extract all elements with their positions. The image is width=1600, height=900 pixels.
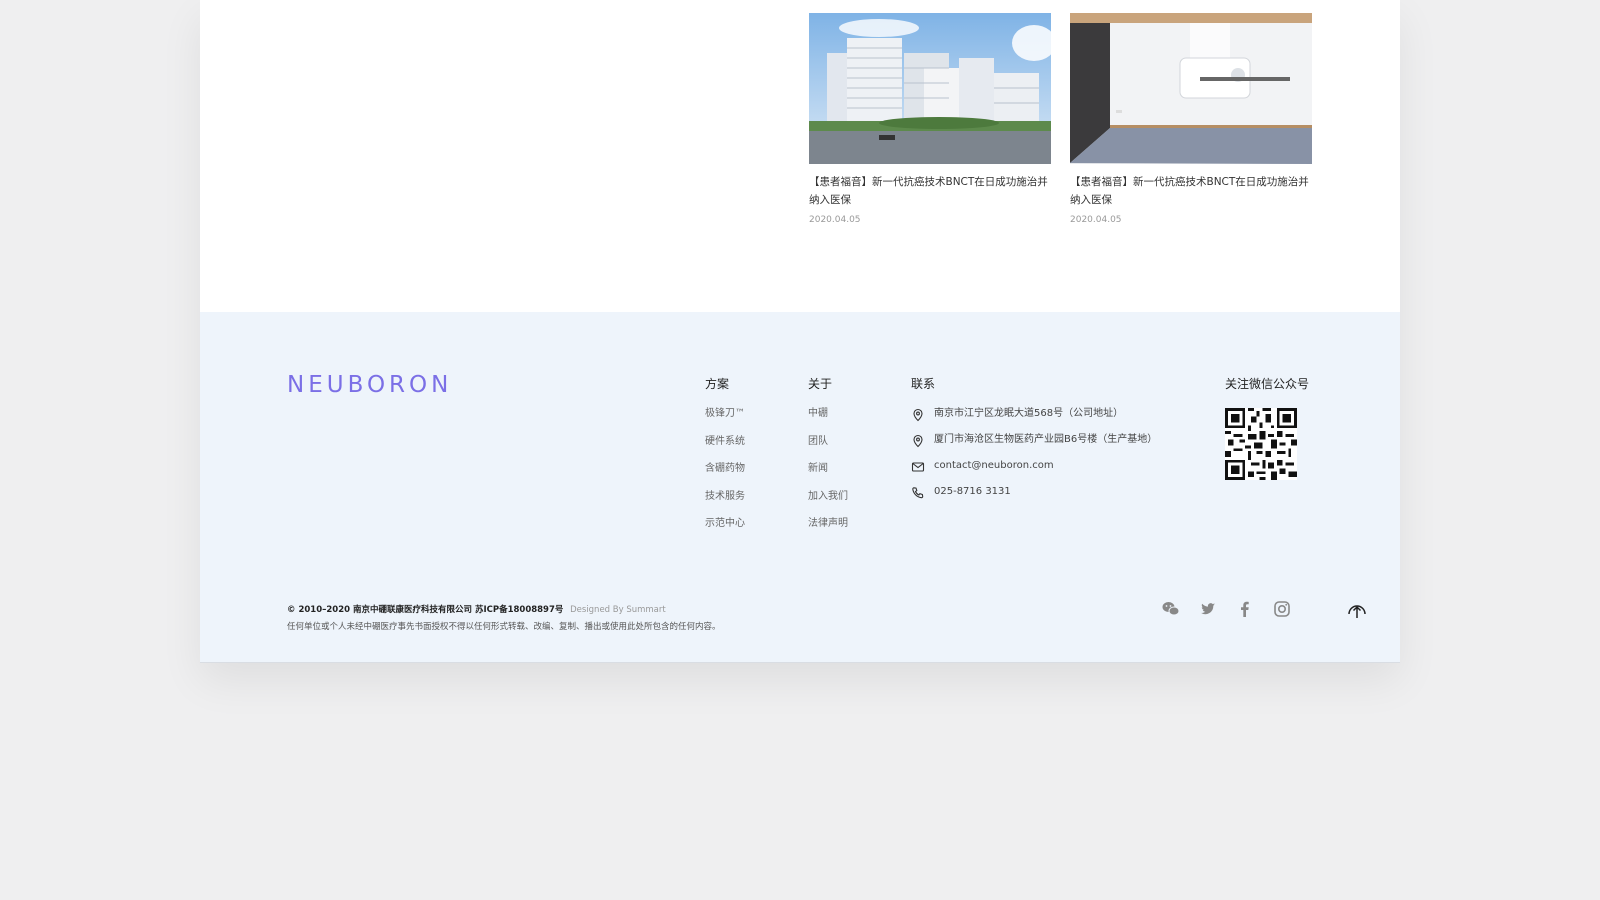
twitter-icon[interactable] — [1198, 599, 1218, 619]
news-date: 2020.04.05 — [1070, 215, 1122, 225]
email-text[interactable]: contact@neuboron.com — [934, 460, 1054, 472]
footer-column-title: 方案 — [705, 377, 730, 391]
footer-column-title: 联系 — [911, 377, 936, 391]
footer-column-contact: 联系 南京市江宁区龙眠大道568号（公司地址） 厦门市海沧区生物医药产业园B6号… — [911, 375, 1157, 512]
facebook-icon[interactable] — [1235, 599, 1255, 619]
footer-column-title: 关于 — [808, 377, 833, 391]
location-pin-icon — [911, 408, 925, 422]
footer-link[interactable]: 含硼药物 — [705, 463, 745, 491]
disclaimer-text: 任何单位或个人未经中硼医疗事先书面授权不得以任何形式转载、改编、复制、播出或使用… — [287, 622, 721, 632]
footer-link[interactable]: 技术服务 — [705, 491, 745, 519]
copyright-block: © 2010–2020 南京中硼联康医疗科技有限公司 苏ICP备18008897… — [287, 602, 721, 636]
footer-column-wechat: 关注微信公众号 — [1225, 375, 1309, 480]
copyright-text: © 2010–2020 南京中硼联康医疗科技有限公司 苏ICP备18008897… — [287, 605, 564, 615]
contact-phone[interactable]: 025-8716 3131 — [911, 486, 1157, 512]
site-footer: NEUBORON 方案 极锋刀™ 硬件系统 含硼药物 技术服务 示范中心 关于 … — [200, 312, 1400, 663]
news-title[interactable]: 【患者福音】新一代抗癌技术BNCT在日成功施治并纳入医保 — [1070, 173, 1312, 209]
designer-credit[interactable]: Designed By Summart — [570, 605, 666, 615]
news-thumbnail-treatment-room[interactable] — [1070, 13, 1312, 164]
contact-address-2: 厦门市海沧区生物医药产业园B6号楼（生产基地） — [911, 434, 1157, 460]
instagram-icon[interactable] — [1272, 599, 1292, 619]
page-container: 【患者福音】新一代抗癌技术BNCT在日成功施治并纳入医保 2020.04.05 … — [200, 0, 1400, 663]
address-text: 南京市江宁区龙眠大道568号（公司地址） — [934, 408, 1124, 419]
contact-address-1: 南京市江宁区龙眠大道568号（公司地址） — [911, 408, 1157, 434]
phone-icon — [911, 486, 925, 500]
wechat-icon[interactable] — [1161, 599, 1181, 619]
footer-link[interactable]: 中硼 — [808, 408, 848, 436]
contact-email[interactable]: contact@neuboron.com — [911, 460, 1157, 486]
mail-icon — [911, 460, 925, 474]
footer-column-about: 关于 中硼 团队 新闻 加入我们 法律声明 — [808, 375, 848, 546]
footer-column-solutions: 方案 极锋刀™ 硬件系统 含硼药物 技术服务 示范中心 — [705, 375, 745, 546]
phone-text[interactable]: 025-8716 3131 — [934, 486, 1011, 498]
social-links — [1161, 599, 1309, 619]
news-date: 2020.04.05 — [809, 215, 861, 225]
footer-link[interactable]: 新闻 — [808, 463, 848, 491]
news-card[interactable]: 【患者福音】新一代抗癌技术BNCT在日成功施治并纳入医保 2020.04.05 — [1070, 13, 1312, 225]
news-title[interactable]: 【患者福音】新一代抗癌技术BNCT在日成功施治并纳入医保 — [809, 173, 1051, 209]
footer-link[interactable]: 示范中心 — [705, 518, 745, 546]
back-to-top-icon[interactable] — [1346, 599, 1368, 621]
footer-link[interactable]: 团队 — [808, 436, 848, 464]
footer-link[interactable]: 硬件系统 — [705, 436, 745, 464]
footer-column-title: 关注微信公众号 — [1225, 377, 1310, 391]
brand-logo[interactable]: NEUBORON — [287, 372, 452, 398]
footer-link[interactable]: 法律声明 — [808, 518, 848, 546]
news-card[interactable]: 【患者福音】新一代抗癌技术BNCT在日成功施治并纳入医保 2020.04.05 — [809, 13, 1051, 225]
location-pin-icon — [911, 434, 925, 448]
address-text: 厦门市海沧区生物医药产业园B6号楼（生产基地） — [934, 434, 1158, 445]
wechat-qr-code — [1225, 408, 1297, 480]
footer-link[interactable]: 加入我们 — [808, 491, 848, 519]
footer-link[interactable]: 极锋刀™ — [705, 408, 745, 436]
news-thumbnail-building[interactable] — [809, 13, 1051, 164]
